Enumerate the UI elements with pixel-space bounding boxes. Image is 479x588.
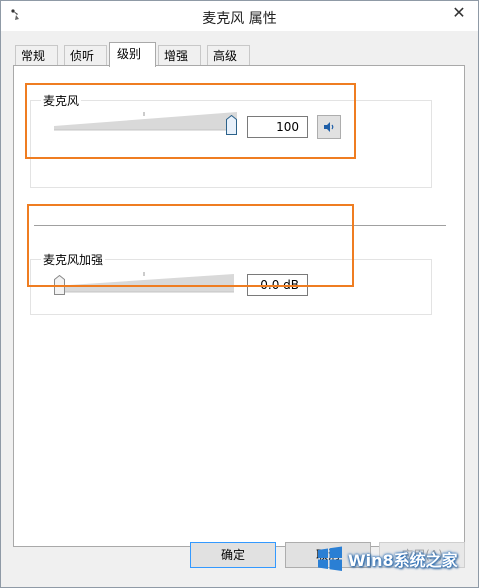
close-icon: ✕ (452, 2, 466, 22)
microphone-mute-button[interactable] (317, 115, 341, 139)
levels-panel: 麦克风 100 麦克风加强 0.0 dB (13, 65, 465, 547)
cancel-button[interactable]: 取消 (285, 542, 371, 568)
properties-window: 麦克风 属性 ✕ 常规 侦听 级别 增强 高级 麦克风 100 麦克风加强 0.… (0, 0, 479, 588)
title-bar[interactable]: 麦克风 属性 ✕ (1, 1, 478, 31)
tab-listen[interactable]: 侦听 (64, 45, 107, 65)
tab-advanced[interactable]: 高级 (207, 45, 250, 65)
microphone-slider-thumb[interactable] (226, 115, 237, 135)
microphone-boost-slider-thumb[interactable] (54, 275, 65, 295)
microphone-level-value[interactable]: 100 (247, 116, 308, 138)
speaker-icon (324, 122, 334, 132)
microphone-boost-label: 麦克风加强 (41, 251, 106, 268)
microphone-slider[interactable] (54, 110, 239, 136)
microphone-slider-track (54, 112, 237, 131)
microphone-boost-value[interactable]: 0.0 dB (247, 274, 308, 296)
window-title: 麦克风 属性 (202, 11, 277, 27)
microphone-boost-slider[interactable] (54, 268, 239, 295)
separator (34, 225, 446, 226)
microphone-label: 麦克风 (41, 92, 82, 109)
ok-button[interactable]: 确定 (190, 542, 276, 568)
tab-levels[interactable]: 级别 (109, 42, 156, 67)
tab-enhancements[interactable]: 增强 (158, 45, 201, 65)
close-button[interactable]: ✕ (441, 1, 477, 23)
microphone-boost-slider-track (54, 272, 234, 293)
dialog-client-area: 常规 侦听 级别 增强 高级 麦克风 100 麦克风加强 0.0 dB 确定 取… (1, 31, 478, 587)
apply-button[interactable]: 应用(A) (379, 542, 465, 568)
tab-general[interactable]: 常规 (15, 45, 58, 65)
